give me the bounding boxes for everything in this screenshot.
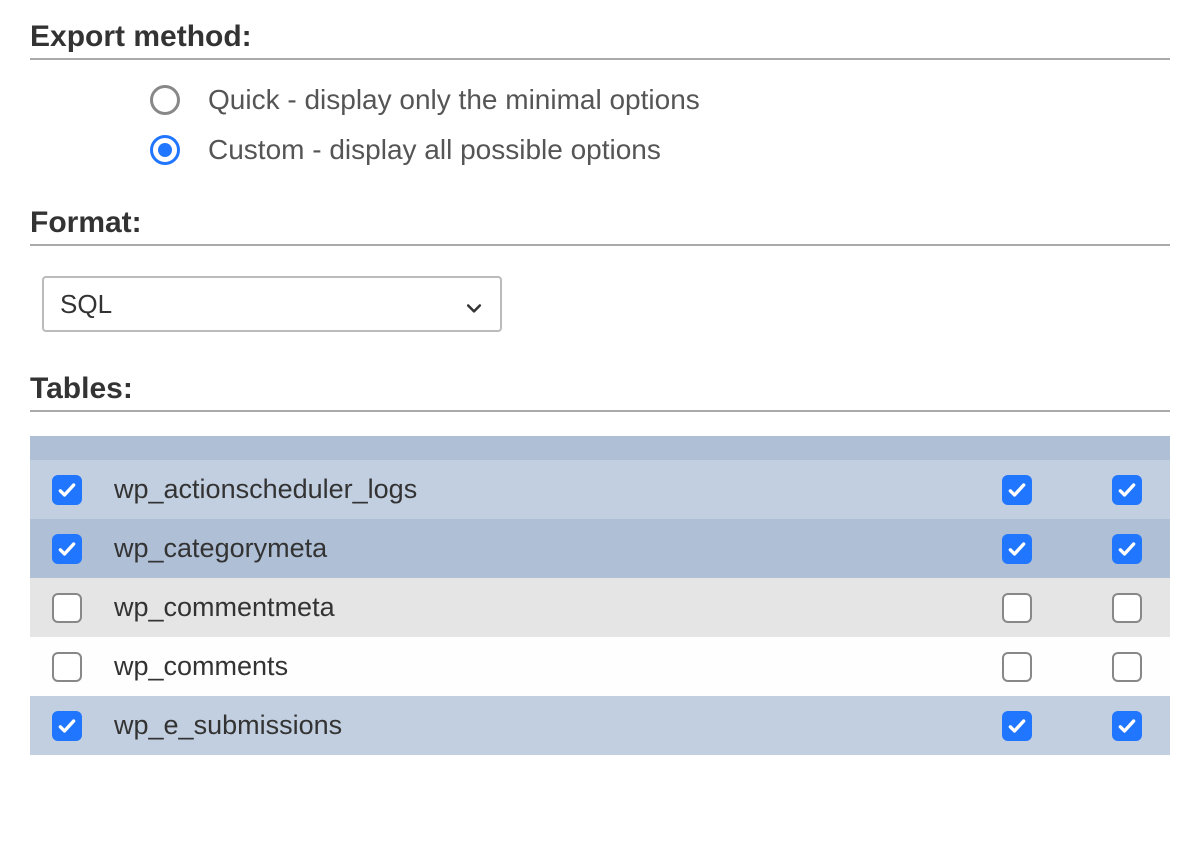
chevron-down-icon [464, 294, 484, 314]
radio-label: Custom - display all possible options [208, 134, 661, 166]
row-right-checkboxes [1002, 475, 1148, 505]
row-right-checkboxes [1002, 593, 1148, 623]
structure-checkbox[interactable] [1002, 534, 1032, 564]
table-header-partial [30, 436, 1170, 460]
data-checkbox[interactable] [1112, 534, 1142, 564]
export-method-radio-group: Quick - display only the minimal options… [30, 84, 1170, 166]
radio-option-quick[interactable]: Quick - display only the minimal options [150, 84, 1170, 116]
tables-list: wp_actionscheduler_logs wp_categorymetawp… [30, 436, 1170, 755]
radio-icon [150, 85, 180, 115]
data-checkbox[interactable] [1112, 475, 1142, 505]
table-row[interactable]: wp_comments [30, 637, 1170, 696]
table-row[interactable]: wp_commentmeta [30, 578, 1170, 637]
format-heading: Format: [30, 206, 1170, 246]
table-row[interactable]: wp_categorymeta [30, 519, 1170, 578]
table-name-label: wp_e_submissions [114, 710, 1002, 741]
row-right-checkboxes [1002, 711, 1148, 741]
radio-option-custom[interactable]: Custom - display all possible options [150, 134, 1170, 166]
row-right-checkboxes [1002, 534, 1148, 564]
data-checkbox[interactable] [1112, 593, 1142, 623]
format-select[interactable]: SQL [42, 276, 502, 332]
radio-label: Quick - display only the minimal options [208, 84, 700, 116]
row-select-checkbox[interactable] [52, 593, 82, 623]
row-right-checkboxes [1002, 652, 1148, 682]
structure-checkbox[interactable] [1002, 593, 1032, 623]
row-select-checkbox[interactable] [52, 652, 82, 682]
row-select-checkbox[interactable] [52, 475, 82, 505]
table-name-label: wp_actionscheduler_logs [114, 474, 1002, 505]
table-name-label: wp_categorymeta [114, 533, 1002, 564]
tables-heading: Tables: [30, 372, 1170, 412]
table-row[interactable]: wp_e_submissions [30, 696, 1170, 755]
table-row[interactable]: wp_actionscheduler_logs [30, 460, 1170, 519]
table-name-label: wp_commentmeta [114, 592, 1002, 623]
structure-checkbox[interactable] [1002, 711, 1032, 741]
export-method-heading: Export method: [30, 20, 1170, 60]
radio-icon [150, 135, 180, 165]
row-select-checkbox[interactable] [52, 534, 82, 564]
format-selected-value: SQL [60, 289, 112, 320]
table-name-label: wp_comments [114, 651, 1002, 682]
data-checkbox[interactable] [1112, 652, 1142, 682]
data-checkbox[interactable] [1112, 711, 1142, 741]
row-select-checkbox[interactable] [52, 711, 82, 741]
structure-checkbox[interactable] [1002, 652, 1032, 682]
structure-checkbox[interactable] [1002, 475, 1032, 505]
